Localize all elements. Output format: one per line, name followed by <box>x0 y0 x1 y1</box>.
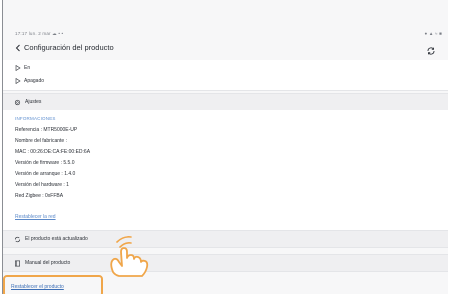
update-status-row[interactable]: El producto está actualizado <box>3 230 448 248</box>
scenario-label: En <box>24 65 31 71</box>
scenario-item-on[interactable]: En <box>15 62 30 74</box>
chevron-left-icon[interactable] <box>13 43 23 53</box>
scenario-list: En Apagado <box>3 60 448 91</box>
info-zigbee: Red Zigbee : 0xFFBA <box>15 193 64 199</box>
status-indicators: ● ▲ ≈ ■ <box>424 31 442 36</box>
refresh-icon[interactable] <box>426 43 436 55</box>
product-manual-row[interactable]: Manual del producto <box>3 254 448 272</box>
status-time: 17:17 lun. 2 mar ☁ • • <box>15 31 64 36</box>
gear-icon <box>14 99 21 105</box>
product-info-panel: INFORMACIONES Referencia : MTR5000E-UP N… <box>3 110 448 230</box>
scenario-item-off[interactable]: Apagado <box>15 75 44 87</box>
section-label: Ajustes <box>25 99 42 105</box>
info-mac: MAC : 00:26:DE:CA:FE:00:ED:6A <box>15 149 91 155</box>
tap-hand-icon <box>110 236 149 277</box>
info-reference: Referencia : MTR5000E-UP <box>15 127 78 133</box>
settings-section-header[interactable]: Ajustes <box>3 93 448 111</box>
scenario-label: Apagado <box>24 78 45 84</box>
update-status-label: El producto está actualizado <box>25 236 88 242</box>
app-screen: 17:17 lun. 2 mar ☁ • • ● ▲ ≈ ■ Configura… <box>2 0 448 294</box>
product-manual-label: Manual del producto <box>25 260 71 266</box>
info-heading: INFORMACIONES <box>15 116 56 121</box>
highlight-box <box>3 275 103 294</box>
status-bar: 17:17 lun. 2 mar ☁ • • ● ▲ ≈ ■ <box>3 26 448 38</box>
info-hardware: Versión del hardware : 1 <box>15 182 69 188</box>
refresh-icon <box>15 236 20 242</box>
info-bootloader: Versión de arranque : 1.4.0 <box>15 171 76 177</box>
play-icon <box>15 78 21 84</box>
info-manufacturer: Nombre del fabricante : <box>15 138 67 144</box>
page-title: Configuración del producto <box>24 43 114 52</box>
info-firmware: Versión de firmware : 5.5.0 <box>15 160 75 166</box>
book-icon <box>15 260 20 266</box>
top-app-bar: Configuración del producto <box>3 38 448 61</box>
play-icon <box>15 65 21 71</box>
reset-network-link[interactable]: Restablecer la red <box>15 214 56 220</box>
